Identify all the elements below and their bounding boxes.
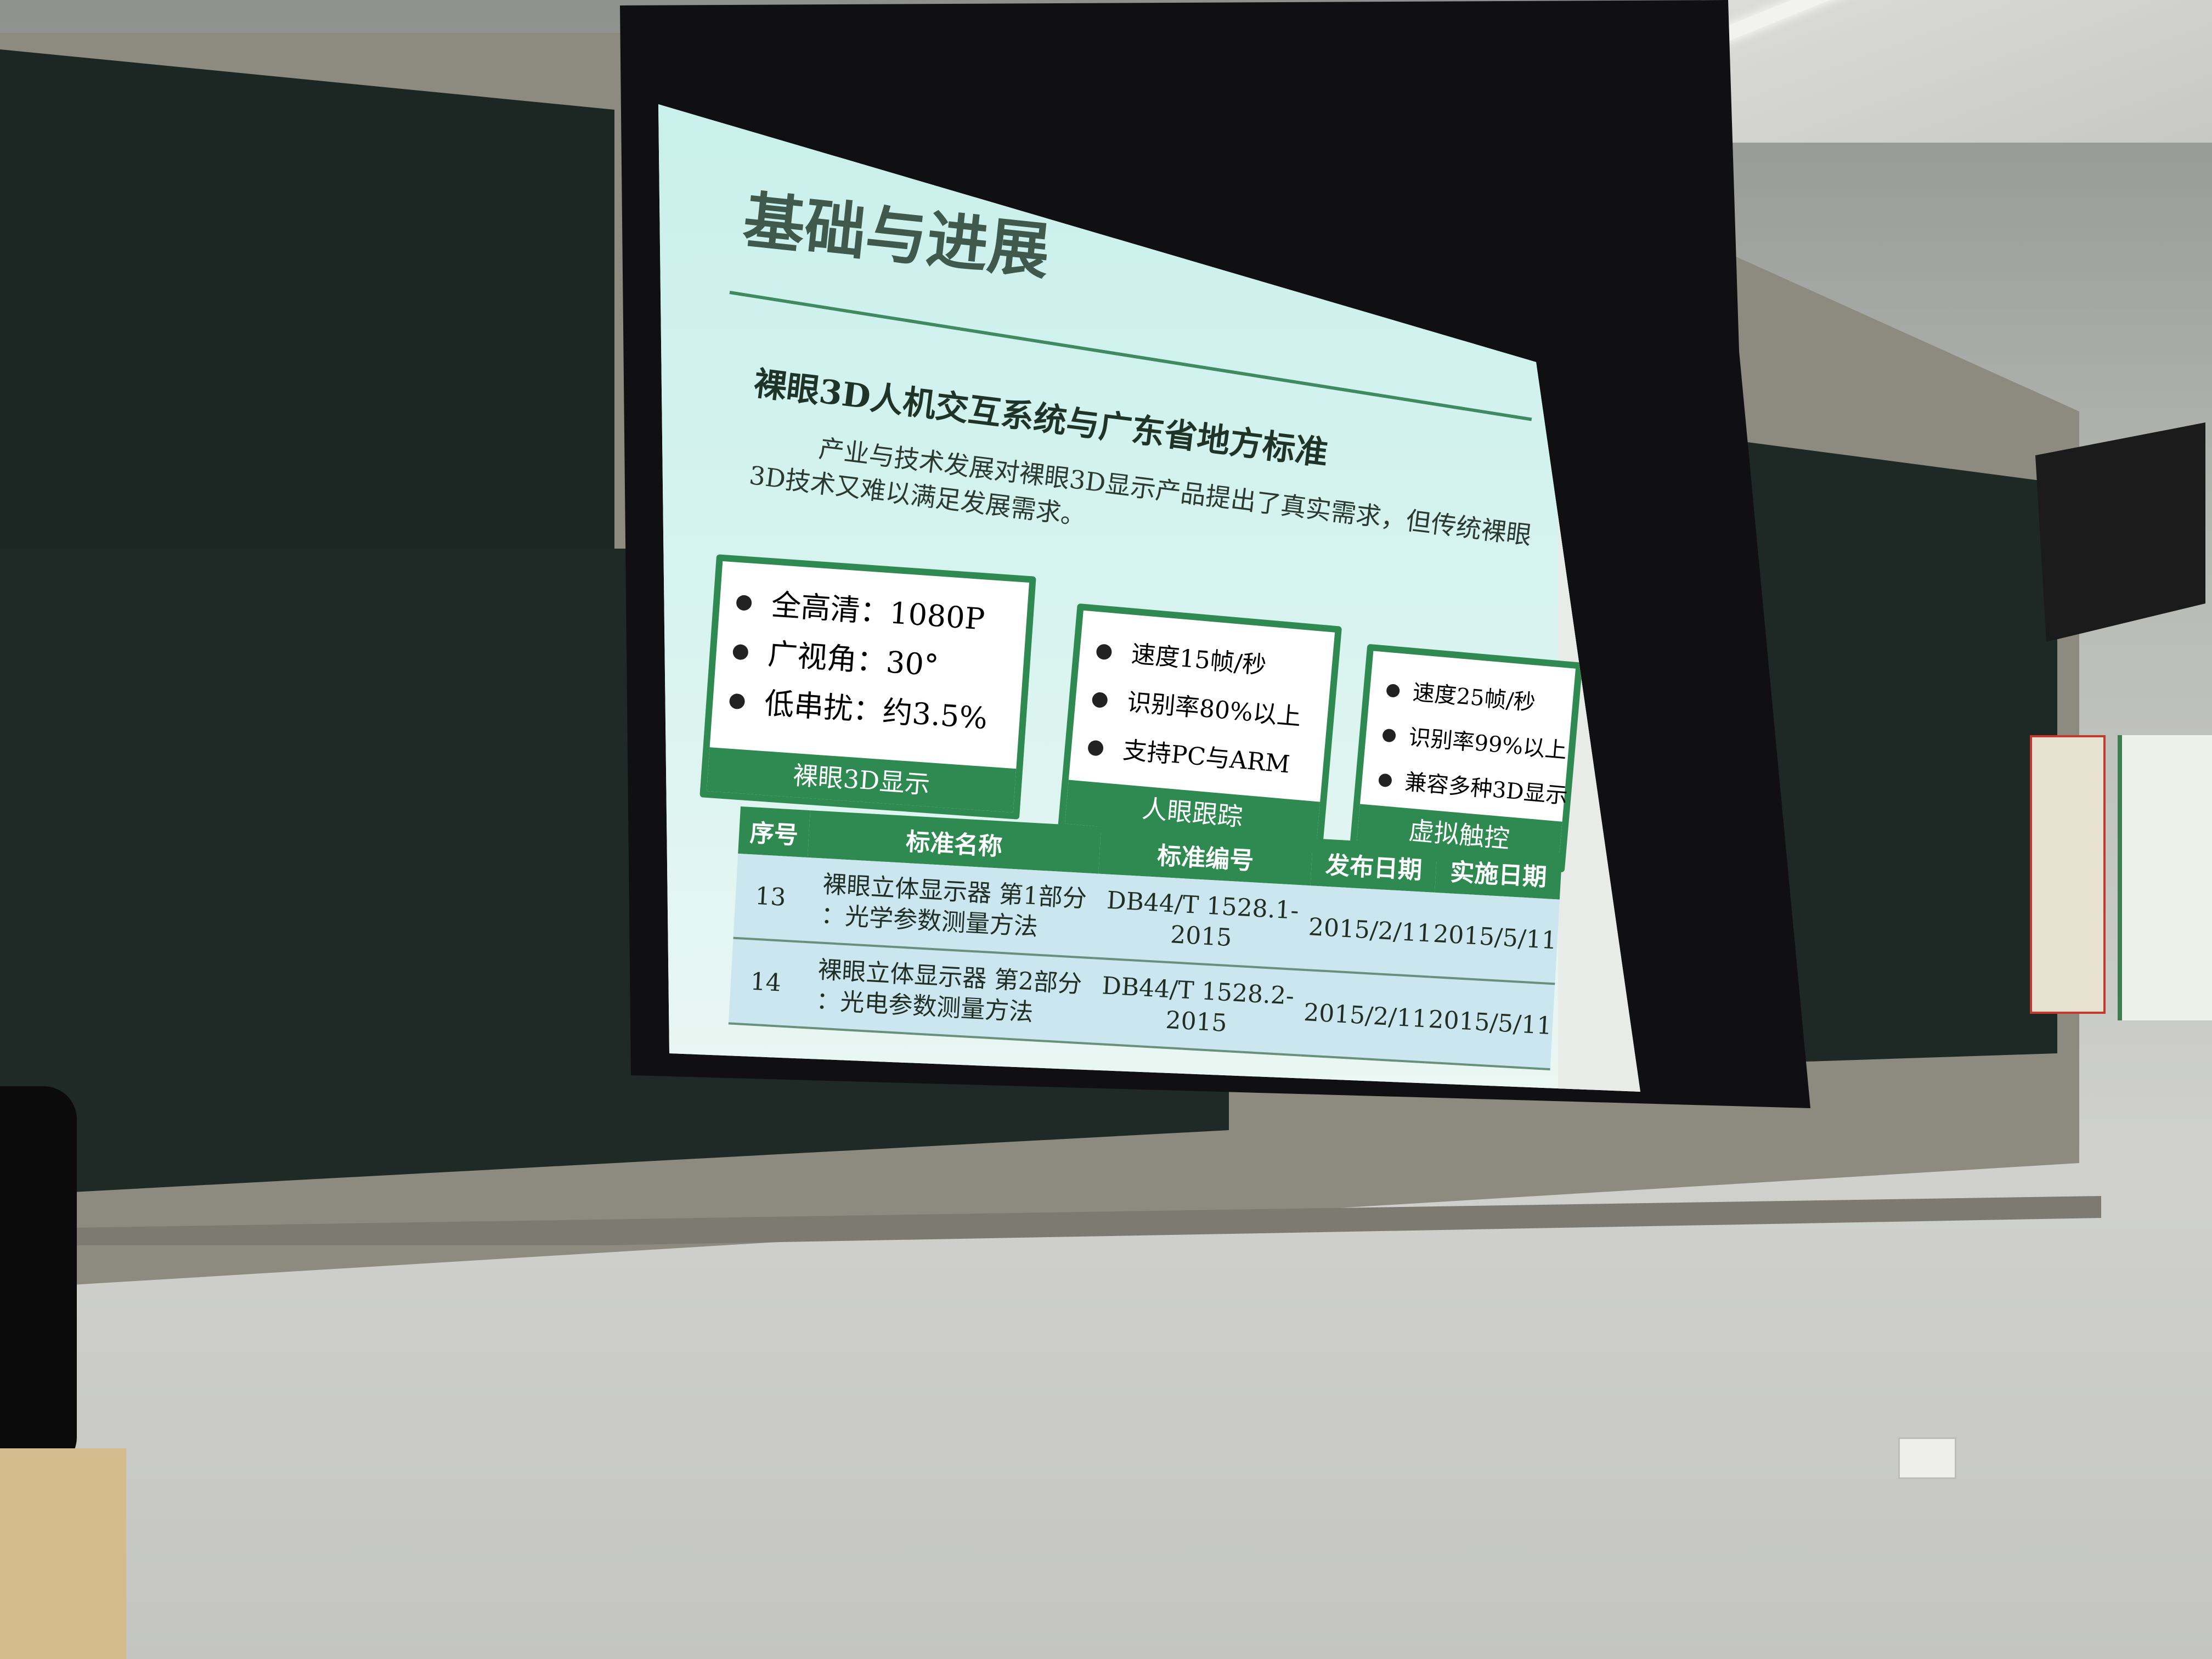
foreground-object [0,1086,77,1470]
table-cell-name: 裸眼立体显示器 第1部分 ：光学参数测量方法 [803,857,1098,958]
wall-poster [2118,735,2212,1020]
table-header: 序号 [738,806,811,857]
table-cell-code: DB44/T 1528.1-2015 [1093,873,1311,970]
table-cell-implement: 2015/5/11 [1425,977,1555,1070]
table-header: 实施日期 [1435,845,1562,900]
table-cell-publish: 2015/2/11 [1305,885,1435,977]
table-cell-no: 14 [728,938,803,1028]
ceiling [1701,0,2212,143]
feature-box-eye-tracking: 速度15帧/秒 识别率80%以上 支持PC与ARM 人眼跟踪 [1057,603,1342,853]
table-cell-code: DB44/T 1528.2-2015 [1088,958,1306,1056]
wall-notice [2030,735,2106,1014]
table-cell-publish: 2015/2/11 [1301,969,1430,1063]
standards-table: 序号 标准名称 标准编号 发布日期 实施日期 13 裸眼立体显示器 第1部分 ：… [728,806,1562,1070]
speaker-icon [2035,422,2205,642]
feature-box-virtual-touch: 速度25帧/秒 识别率99%以上 兼容多种3D显示 虚拟触控 [1349,644,1583,873]
power-outlet-icon [1898,1437,1956,1479]
table-cell-implement: 2015/5/11 [1430,892,1560,984]
feature-box-3d-display: 全高清：1080P 广视角：30° 低串扰：约3.5% 裸眼3D显示 [699,554,1036,820]
foreground-paper [0,1448,126,1659]
table-cell-name: 裸眼立体显示器 第2部分 ：光电参数测量方法 [798,941,1094,1044]
table-cell-no: 13 [733,853,808,942]
table-header: 发布日期 [1310,838,1438,893]
